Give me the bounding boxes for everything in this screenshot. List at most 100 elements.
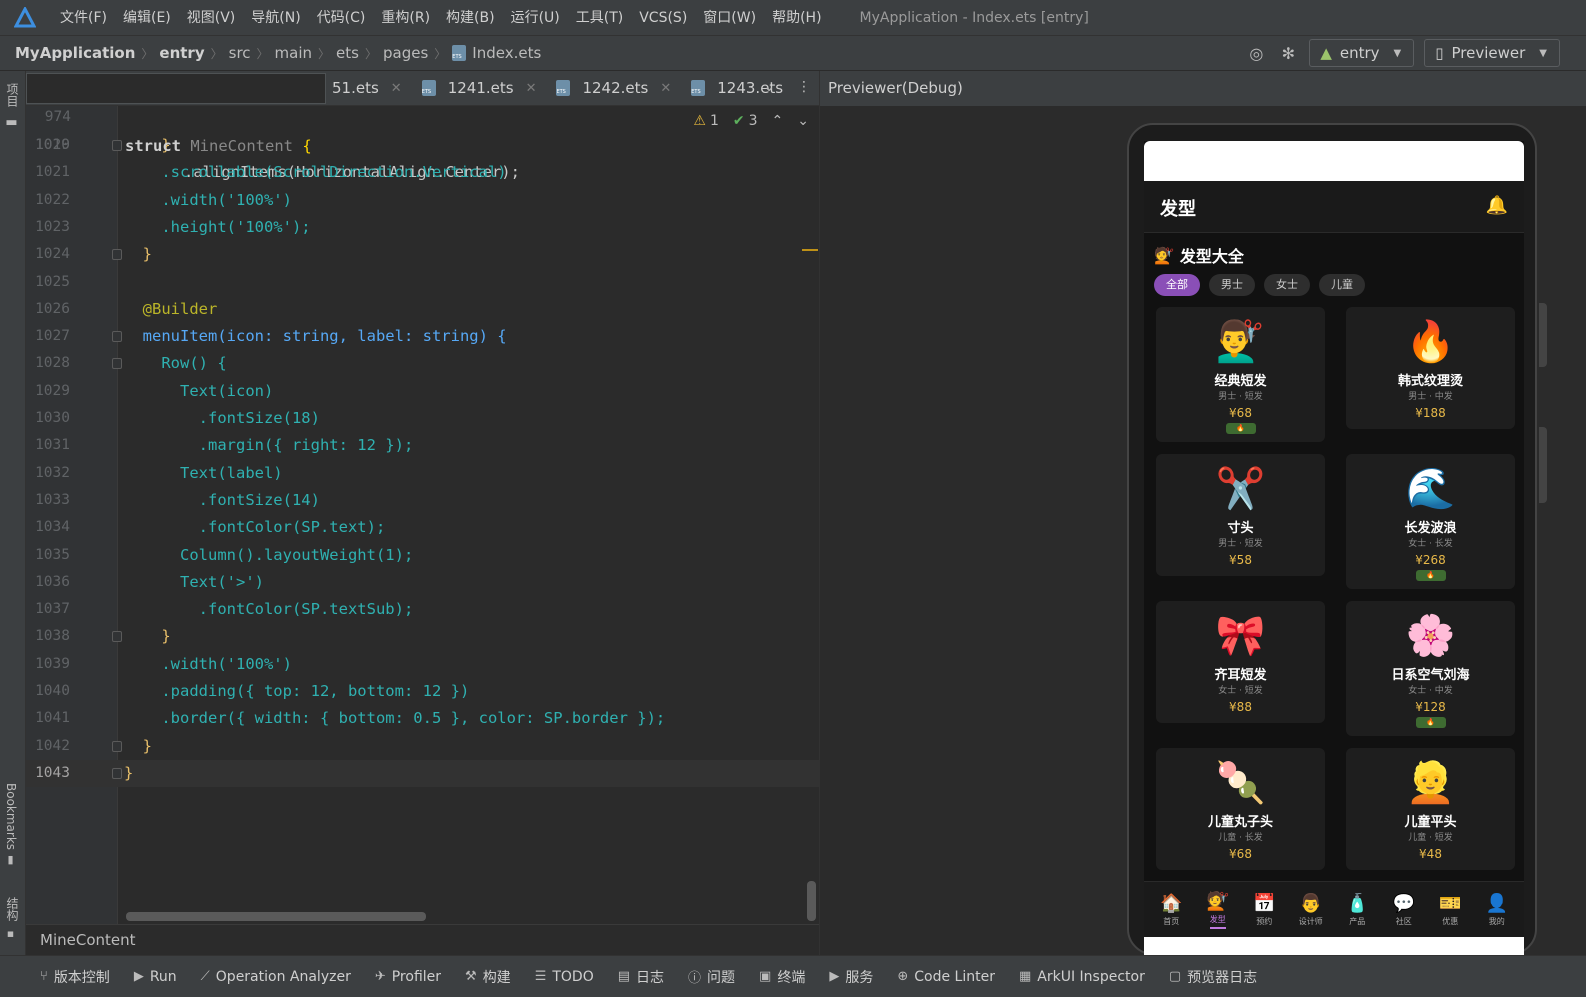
chip-women[interactable]: 女士	[1264, 274, 1310, 296]
code-text: .scrollable(ScrollDirection.Vertical)	[124, 163, 507, 182]
tab-1241[interactable]: 1241.ets ✕	[412, 71, 547, 106]
log-icon: ▤	[617, 969, 631, 984]
services-button[interactable]: ▶ 服务	[829, 967, 873, 987]
todo-button[interactable]: ☰ TODO	[535, 969, 594, 985]
code-text: Text(icon)	[124, 381, 274, 400]
tab-51[interactable]: 51.ets ✕	[326, 71, 412, 106]
menu-run[interactable]: 运行(U)	[503, 0, 568, 36]
fold-marker-icon[interactable]	[112, 358, 122, 370]
close-icon[interactable]: ✕	[391, 81, 402, 96]
terminal-button[interactable]: ▣ 终端	[759, 967, 805, 987]
breadcrumb-module[interactable]: entry	[159, 44, 204, 62]
close-icon[interactable]: ✕	[526, 81, 537, 96]
log-label: 日志	[636, 969, 665, 986]
tab-item[interactable]: 🧴 产品	[1335, 892, 1379, 927]
fold-marker-icon[interactable]	[112, 740, 122, 752]
bug-icon[interactable]: ✻	[1277, 42, 1299, 64]
menu-refactor[interactable]: 重构(R)	[373, 0, 438, 36]
bookmarks-tool-button[interactable]: Bookmarks	[4, 783, 18, 850]
device-selector[interactable]: ▯ Previewer ▼	[1424, 39, 1560, 67]
hairstyle-name: 经典短发	[1214, 374, 1267, 389]
menu-navigate[interactable]: 导航(N)	[243, 0, 308, 36]
inspection-widget[interactable]: ⚠ 1 ✔ 3 ⌃ ⌄	[693, 113, 809, 129]
bell-icon[interactable]: 🔔	[1486, 195, 1508, 216]
hairstyle-card[interactable]: 🔥 韩式纹理烫 男士 · 中发 ¥188	[1346, 307, 1515, 429]
chevron-up-icon[interactable]: ⌃	[772, 113, 784, 129]
breadcrumb-pages[interactable]: pages	[383, 44, 428, 62]
code-linter-label: Code Linter	[914, 968, 995, 985]
arkui-inspector-button[interactable]: ▦ ArkUI Inspector	[1019, 969, 1145, 985]
chip-all[interactable]: 全部	[1154, 274, 1200, 296]
fold-marker-icon[interactable]	[112, 767, 122, 779]
fold-marker-icon[interactable]	[112, 249, 122, 261]
hairstyle-card[interactable]: 🌊 长发波浪 女士 · 长发 ¥268 🔥	[1346, 454, 1515, 589]
more-options-icon[interactable]: ⋮	[797, 79, 811, 95]
chevron-down-icon[interactable]: ⌄	[797, 113, 809, 129]
tab-item[interactable]: 📅 预约	[1242, 892, 1286, 927]
menu-code[interactable]: 代码(C)	[309, 0, 374, 36]
folder-icon[interactable]: ▬	[4, 115, 19, 130]
menu-tools[interactable]: 工具(T)	[568, 0, 631, 36]
breadcrumb-file[interactable]: Index.ets	[452, 44, 541, 62]
breadcrumb-src[interactable]: src	[229, 44, 251, 62]
warning-icon: ⚠	[693, 113, 706, 129]
hairstyle-card[interactable]: 💇‍♂️ 经典短发 男士 · 短发 ¥68 🔥	[1156, 307, 1325, 442]
line-number: 1043	[35, 764, 70, 781]
menu-help[interactable]: 帮助(H)	[764, 0, 829, 36]
hairstyle-price: ¥88	[1229, 700, 1252, 714]
previewer-log-button[interactable]: ▢ 预览器日志	[1169, 967, 1257, 987]
editor-breadcrumb-status[interactable]: MineContent	[26, 924, 819, 955]
tab-item[interactable]: 💬 社区	[1382, 892, 1426, 927]
menu-vcs[interactable]: VCS(S)	[631, 0, 695, 36]
tab-item[interactable]: 💇 发型	[1196, 890, 1240, 929]
log-button[interactable]: ▤ 日志	[618, 967, 664, 987]
menu-build[interactable]: 构建(B)	[438, 0, 503, 36]
menu-window[interactable]: 窗口(W)	[695, 0, 764, 36]
sticky-scope-header[interactable]: 974 struct MineContent {	[26, 73, 326, 155]
tab-item[interactable]: 👤 我的	[1475, 892, 1519, 927]
fold-marker-icon[interactable]	[112, 331, 122, 343]
tab-label: 优惠	[1442, 917, 1459, 926]
version-control-button[interactable]: ⑂ 版本控制	[40, 967, 110, 987]
chip-kids[interactable]: 儿童	[1319, 274, 1365, 296]
operation-analyzer-button[interactable]: ⟋ Operation Analyzer	[201, 969, 351, 985]
code-text: Text('>')	[124, 572, 264, 591]
warning-marker[interactable]	[802, 249, 818, 251]
hairstyle-card[interactable]: 🍡 儿童丸子头 儿童 · 长发 ¥68	[1156, 748, 1325, 870]
breadcrumb-project[interactable]: MyApplication	[15, 44, 135, 62]
project-tool-button[interactable]: 项目	[4, 83, 21, 107]
menu-view[interactable]: 视图(V)	[179, 0, 244, 36]
hairstyle-name: 儿童丸子头	[1207, 815, 1273, 830]
build-button[interactable]: ⚒ 构建	[465, 967, 511, 987]
tab-item[interactable]: 🏠 首页	[1149, 892, 1193, 927]
structure-tool-button[interactable]: 结构	[4, 897, 21, 921]
menu-file[interactable]: 文件(F)	[52, 0, 115, 36]
phone-screen[interactable]: 发型 🔔 💇 发型大全 全部 男士 女士 儿童 💇‍♂️ 经典短发 男士 · 短发 ¥…	[1144, 141, 1524, 957]
vertical-scrollbar[interactable]	[807, 881, 816, 921]
hairstyle-card[interactable]: 🌸 日系空气刘海 女士 · 中发 ¥128 🔥	[1346, 601, 1515, 736]
fold-marker-icon[interactable]	[112, 631, 122, 643]
line-number: 1031	[35, 437, 70, 454]
problems-button[interactable]: ⓘ 问题	[688, 967, 735, 987]
tab-item[interactable]: 🎫 优惠	[1428, 892, 1472, 927]
tab-list-chevron-icon[interactable]: ⌄	[763, 79, 775, 95]
hairstyle-card[interactable]: ✂️ 寸头 男士 · 短发 ¥58	[1156, 454, 1325, 576]
profiler-button[interactable]: ✈ Profiler	[375, 969, 441, 985]
target-icon[interactable]: ◎	[1245, 42, 1267, 64]
breadcrumb-ets[interactable]: ets	[336, 44, 359, 62]
chip-men[interactable]: 男士	[1209, 274, 1255, 296]
code-editor[interactable]: 51.ets ✕ 1241.ets ✕ 1242.ets ✕ 1243.ets …	[26, 71, 819, 924]
tab-item[interactable]: 👨 设计师	[1289, 892, 1333, 927]
tab-1242[interactable]: 1242.ets ✕	[546, 71, 681, 106]
fold-marker-icon[interactable]	[112, 140, 122, 151]
module-selector[interactable]: ▲ entry ▼	[1309, 39, 1415, 67]
hairstyle-card[interactable]: 🎀 齐耳短发 女士 · 短发 ¥88	[1156, 601, 1325, 723]
run-button[interactable]: ▶ Run	[134, 969, 177, 985]
menu-edit[interactable]: 编辑(E)	[115, 0, 179, 36]
horizontal-scrollbar[interactable]	[126, 912, 426, 921]
hairstyle-meta: 男士 · 短发	[1218, 392, 1263, 402]
code-linter-button[interactable]: ⊕ Code Linter	[897, 969, 995, 985]
hairstyle-card[interactable]: 👱 儿童平头 儿童 · 短发 ¥48	[1346, 748, 1515, 870]
breadcrumb-main[interactable]: main	[275, 44, 312, 62]
close-icon[interactable]: ✕	[660, 81, 671, 96]
